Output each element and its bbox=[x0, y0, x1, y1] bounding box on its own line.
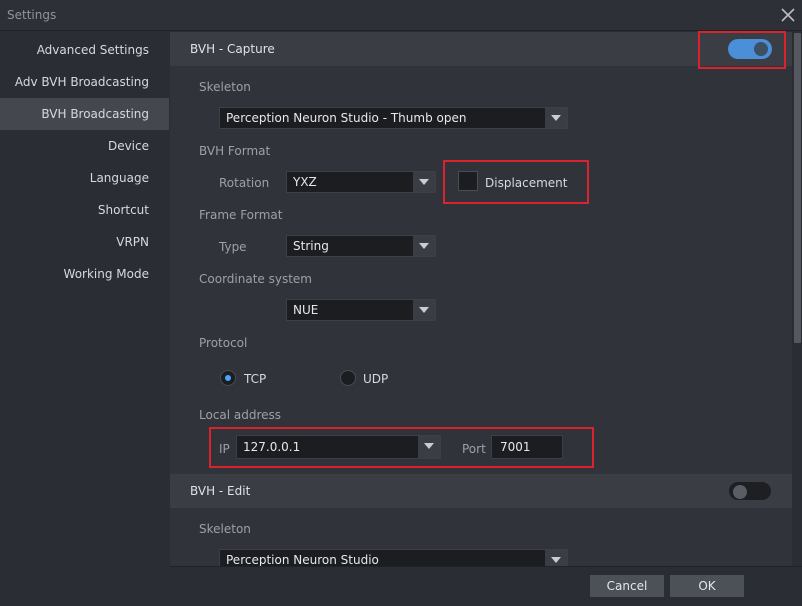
sidebar-item-vrpn[interactable]: VRPN bbox=[0, 226, 169, 258]
cancel-button[interactable]: Cancel bbox=[590, 575, 664, 597]
edit-skeleton-label: Skeleton bbox=[199, 522, 251, 536]
type-label: Type bbox=[219, 240, 247, 254]
skeleton-value: Perception Neuron Studio - Thumb open bbox=[226, 111, 467, 125]
edit-skeleton-select[interactable]: Perception Neuron Studio bbox=[219, 549, 568, 566]
window-title: Settings bbox=[7, 8, 57, 22]
tcp-label: TCP bbox=[244, 372, 267, 386]
type-value: String bbox=[293, 239, 329, 253]
edit-skeleton-value: Perception Neuron Studio bbox=[226, 553, 379, 566]
close-icon[interactable] bbox=[779, 6, 797, 24]
capture-enable-toggle[interactable] bbox=[728, 39, 772, 59]
chevron-down-icon bbox=[413, 236, 435, 256]
toggle-knob bbox=[754, 42, 768, 56]
sidebar: Advanced Settings Adv BVH Broadcasting B… bbox=[0, 32, 169, 606]
chevron-down-icon bbox=[545, 108, 567, 128]
rotation-value: YXZ bbox=[293, 175, 317, 189]
protocol-label: Protocol bbox=[199, 336, 248, 350]
sidebar-item-adv-bvh-broadcasting[interactable]: Adv BVH Broadcasting bbox=[0, 66, 169, 98]
coordinate-system-value: NUE bbox=[293, 303, 319, 317]
rotation-label: Rotation bbox=[219, 176, 270, 190]
port-label: Port bbox=[462, 442, 486, 456]
sidebar-item-bvh-broadcasting[interactable]: BVH Broadcasting bbox=[0, 98, 169, 130]
edit-enable-toggle[interactable] bbox=[728, 481, 772, 501]
sidebar-item-language[interactable]: Language bbox=[0, 162, 169, 194]
coordinate-system-label: Coordinate system bbox=[199, 272, 312, 286]
sidebar-item-working-mode[interactable]: Working Mode bbox=[0, 258, 169, 290]
sidebar-item-shortcut[interactable]: Shortcut bbox=[0, 194, 169, 226]
skeleton-label: Skeleton bbox=[199, 80, 251, 94]
sidebar-item-advanced-settings[interactable]: Advanced Settings bbox=[0, 34, 169, 66]
local-address-label: Local address bbox=[199, 408, 282, 422]
displacement-checkbox[interactable] bbox=[458, 171, 478, 191]
capture-section-title: BVH - Capture bbox=[190, 42, 275, 56]
toggle-knob bbox=[733, 485, 747, 499]
rotation-select[interactable]: YXZ bbox=[286, 171, 436, 193]
udp-label: UDP bbox=[363, 372, 389, 386]
dialog-footer: Cancel OK bbox=[170, 566, 802, 606]
port-field[interactable] bbox=[491, 435, 563, 459]
sidebar-item-device[interactable]: Device bbox=[0, 130, 169, 162]
settings-content: BVH - Capture Skeleton Perception Neuron… bbox=[170, 32, 792, 566]
bvh-format-label: BVH Format bbox=[199, 144, 271, 158]
scrollbar-thumb[interactable] bbox=[794, 33, 801, 343]
tcp-radio[interactable] bbox=[220, 370, 236, 386]
capture-section-header: BVH - Capture bbox=[170, 32, 792, 66]
ip-value: 127.0.0.1 bbox=[243, 440, 301, 454]
edit-section-header: BVH - Edit bbox=[170, 474, 792, 508]
udp-radio[interactable] bbox=[340, 370, 356, 386]
chevron-down-icon bbox=[418, 436, 440, 458]
ok-button[interactable]: OK bbox=[670, 575, 744, 597]
ip-label: IP bbox=[219, 442, 230, 456]
coordinate-system-select[interactable]: NUE bbox=[286, 299, 436, 321]
type-select[interactable]: String bbox=[286, 235, 436, 257]
skeleton-select[interactable]: Perception Neuron Studio - Thumb open bbox=[219, 107, 568, 129]
chevron-down-icon bbox=[545, 550, 567, 566]
chevron-down-icon bbox=[413, 172, 435, 192]
frame-format-label: Frame Format bbox=[199, 208, 283, 222]
chevron-down-icon bbox=[413, 300, 435, 320]
ip-select[interactable]: 127.0.0.1 bbox=[236, 435, 441, 459]
edit-section-title: BVH - Edit bbox=[190, 484, 251, 498]
title-bar: Settings bbox=[0, 0, 802, 31]
port-input[interactable] bbox=[492, 436, 562, 458]
displacement-label: Displacement bbox=[485, 176, 568, 190]
